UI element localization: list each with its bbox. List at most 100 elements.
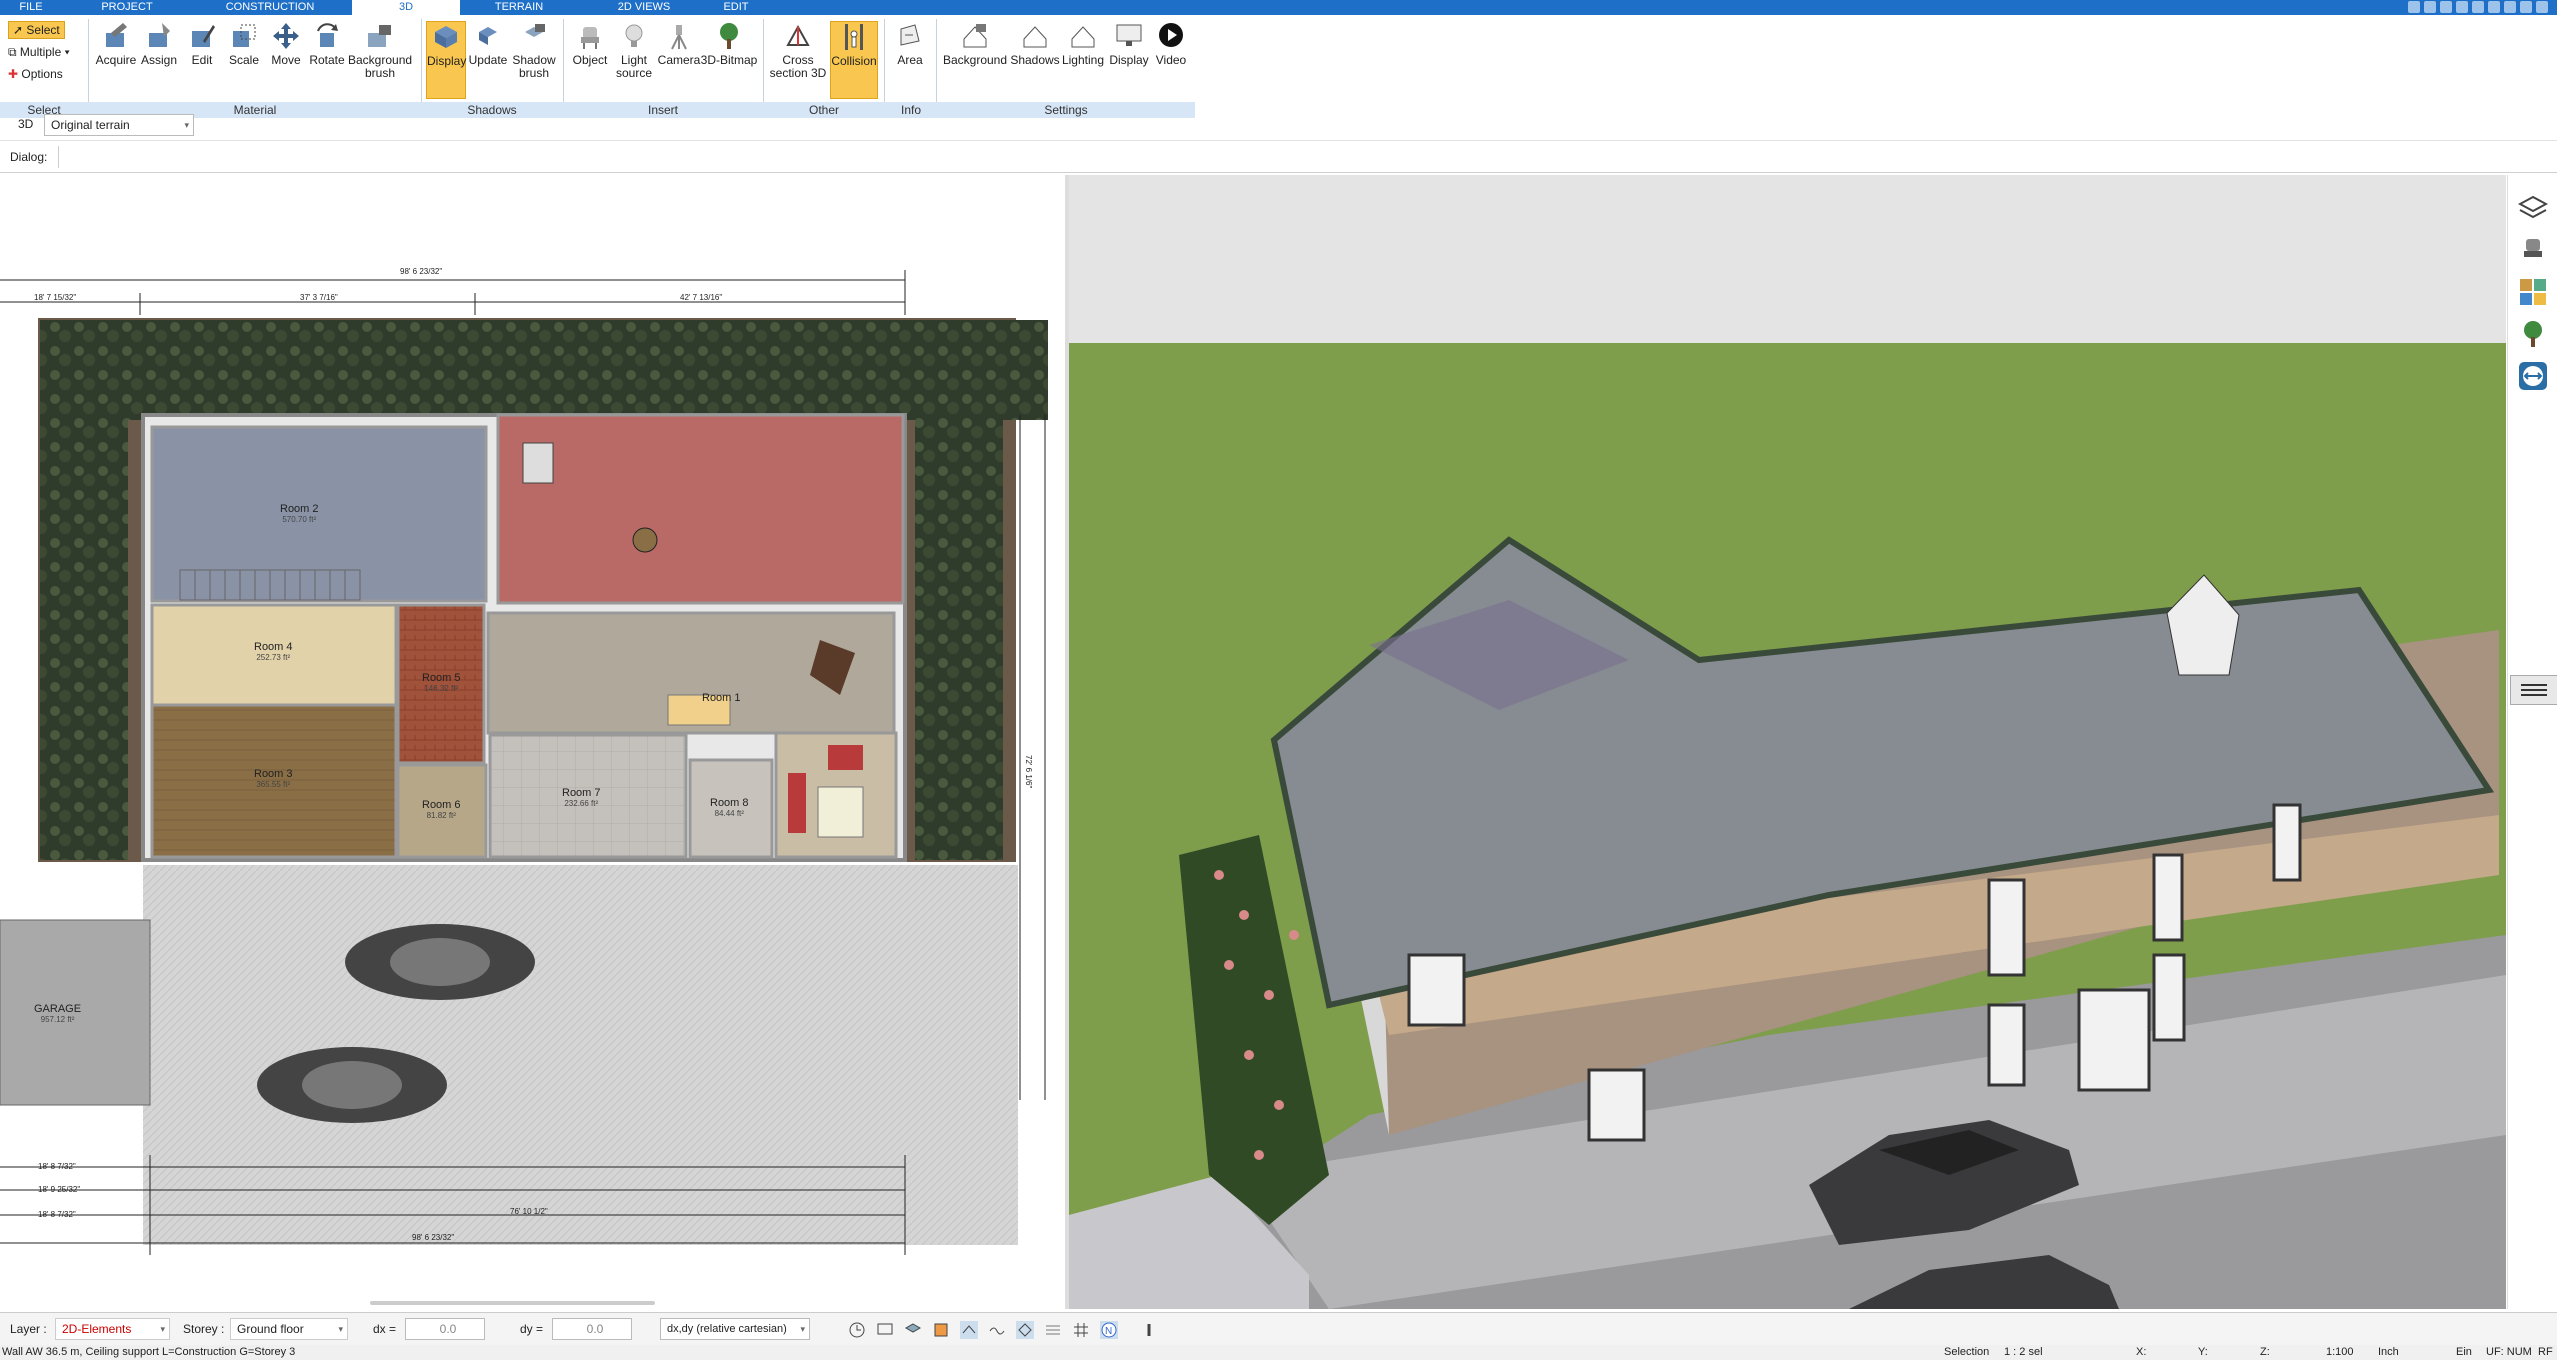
- layers-toggle-icon[interactable]: [904, 1321, 922, 1339]
- room-label[interactable]: Room 3 365.55 ft²: [254, 768, 293, 789]
- scale-button[interactable]: Scale: [224, 21, 264, 99]
- settings-icon[interactable]: [2520, 1, 2532, 13]
- close-icon[interactable]: [2536, 1, 2548, 13]
- selection-label: Selection: [1944, 1346, 1990, 1358]
- 3d-view[interactable]: [1069, 175, 2506, 1309]
- floor-plan-view[interactable]: 98' 6 23/32" 37' 3 7/16" 42' 7 13/16" 18…: [0, 175, 1065, 1297]
- room-label[interactable]: Room 7 232.66 ft²: [562, 787, 601, 808]
- tab-construction[interactable]: CONSTRUCTION: [220, 0, 320, 15]
- lounge-chair: [522, 442, 554, 484]
- tab-terrain[interactable]: TERRAIN: [484, 0, 554, 15]
- background-brush-icon: [368, 25, 391, 47]
- wave-icon[interactable]: [988, 1321, 1006, 1339]
- select-button[interactable]: ➚ Select: [8, 21, 65, 39]
- layer-dropdown[interactable]: 2D-Elements ▾: [55, 1318, 170, 1340]
- cross-section-3d-button[interactable]: Cross section 3D: [768, 21, 828, 99]
- collision-button[interactable]: Collision: [830, 21, 878, 99]
- room-label[interactable]: Room 2 570.70 ft²: [280, 503, 319, 524]
- furniture-icon[interactable]: [2518, 235, 2548, 265]
- dx-input[interactable]: 0.0: [405, 1318, 485, 1340]
- plants-icon[interactable]: [2518, 319, 2548, 349]
- acquire-button[interactable]: Acquire: [92, 21, 140, 99]
- horizontal-scrollbar[interactable]: [370, 1301, 655, 1305]
- grid-icon[interactable]: [1072, 1321, 1090, 1339]
- room-label[interactable]: Room 5 146.32 ft²: [422, 672, 461, 693]
- more-icon[interactable]: [1140, 1321, 1158, 1339]
- lighting-icon: [1071, 26, 1095, 48]
- shadows-settings-button[interactable]: Shadows: [1010, 21, 1060, 99]
- camera-button[interactable]: Camera: [656, 21, 702, 99]
- room-label[interactable]: Room 6 81.82 ft²: [422, 799, 461, 820]
- background-brush-button[interactable]: Background brush: [348, 21, 412, 99]
- car-top-icon: [345, 924, 535, 1000]
- room-label[interactable]: GARAGE 957.12 ft²: [34, 1003, 81, 1024]
- view-mode-label: 3D: [18, 117, 34, 131]
- assign-button[interactable]: Assign: [138, 21, 180, 99]
- screen-icon[interactable]: [876, 1321, 894, 1339]
- multiple-select-dropdown[interactable]: ⧉ Multiple ▾: [8, 45, 70, 60]
- restore-icon[interactable]: [2424, 1, 2436, 13]
- dim-top-right: 42' 7 13/16": [680, 293, 723, 302]
- chevron-down-icon: ▾: [184, 120, 189, 130]
- shadow-brush-button[interactable]: Shadow brush: [510, 21, 558, 99]
- minimize-icon[interactable]: [2408, 1, 2420, 13]
- storey-dropdown[interactable]: Ground floor ▾: [230, 1318, 348, 1340]
- terrain-dropdown[interactable]: Original terrain ▾: [44, 114, 194, 136]
- tab-file[interactable]: FILE: [0, 0, 62, 15]
- lines-icon[interactable]: [1044, 1321, 1062, 1339]
- rotate-button[interactable]: Rotate: [306, 21, 348, 99]
- paint-icon[interactable]: [932, 1321, 950, 1339]
- window-minimize-icon[interactable]: [2472, 1, 2484, 13]
- move-button[interactable]: Move: [266, 21, 306, 99]
- dialog-bar: Dialog:: [0, 142, 2557, 173]
- snap-icon[interactable]: [960, 1321, 978, 1339]
- 3d-bitmap-button[interactable]: 3D-Bitmap: [700, 21, 758, 99]
- info-icon[interactable]: [2456, 1, 2468, 13]
- room-label[interactable]: Room 8 84.44 ft²: [710, 797, 749, 818]
- num-indicator: UF: NUM: [2486, 1346, 2532, 1358]
- ortho-icon[interactable]: [1016, 1321, 1034, 1339]
- light-source-button[interactable]: Light source: [612, 21, 656, 99]
- video-button[interactable]: Video: [1150, 21, 1192, 99]
- area-button[interactable]: Area: [890, 21, 930, 99]
- object-button[interactable]: Object: [568, 21, 612, 99]
- bottom-toolbar: Layer : 2D-Elements ▾ Storey : Ground flo…: [0, 1301, 2557, 1345]
- display-shadows-button[interactable]: Display: [426, 21, 466, 99]
- clock-icon[interactable]: [848, 1321, 866, 1339]
- dx-label: dx =: [373, 1322, 397, 1336]
- divider: [58, 146, 59, 168]
- ribbon-tab-bar: FILE PROJECT CONSTRUCTION 3D TERRAIN 2D …: [0, 0, 2557, 15]
- multiple-icon: ⧉: [8, 45, 20, 59]
- north-icon[interactable]: N: [1100, 1321, 1118, 1339]
- window-maximize-icon[interactable]: [2488, 1, 2500, 13]
- tab-2d-views[interactable]: 2D VIEWS: [606, 0, 682, 15]
- tab-3d[interactable]: 3D: [352, 0, 460, 15]
- view-toolbar: 3D Original terrain ▾: [0, 110, 2557, 141]
- right-icon-rail: [2507, 175, 2557, 1309]
- tab-edit[interactable]: EDIT: [716, 0, 756, 15]
- acquire-icon: [106, 23, 127, 47]
- group-separator: [563, 19, 564, 105]
- options-button[interactable]: ✚ Options: [8, 67, 63, 81]
- lighting-settings-button[interactable]: Lighting: [1058, 21, 1108, 99]
- rotate-icon: [317, 23, 338, 47]
- window-close-icon[interactable]: [2504, 1, 2516, 13]
- tab-project[interactable]: PROJECT: [92, 0, 162, 15]
- materials-icon[interactable]: [2518, 277, 2548, 307]
- 3d-scene: [1069, 175, 2506, 1309]
- display-settings-button[interactable]: Display: [1106, 21, 1152, 99]
- room-label[interactable]: Room 4 252.73 ft²: [254, 641, 293, 662]
- video-icon: [1159, 23, 1183, 47]
- teamviewer-icon[interactable]: [2518, 361, 2548, 391]
- coordinate-mode-dropdown[interactable]: dx,dy (relative cartesian) ▾: [660, 1318, 810, 1340]
- object-icon: [581, 27, 599, 49]
- layers-icon[interactable]: [2518, 193, 2548, 223]
- room-label[interactable]: Room 1: [702, 692, 741, 704]
- update-shadows-button[interactable]: Update: [468, 21, 508, 99]
- svg-text:N: N: [1105, 1326, 1112, 1337]
- panel-toggle[interactable]: [2510, 675, 2557, 705]
- help-icon[interactable]: [2440, 1, 2452, 13]
- edit-button[interactable]: Edit: [182, 21, 222, 99]
- background-settings-button[interactable]: Background: [940, 21, 1010, 99]
- dy-input[interactable]: 0.0: [552, 1318, 632, 1340]
